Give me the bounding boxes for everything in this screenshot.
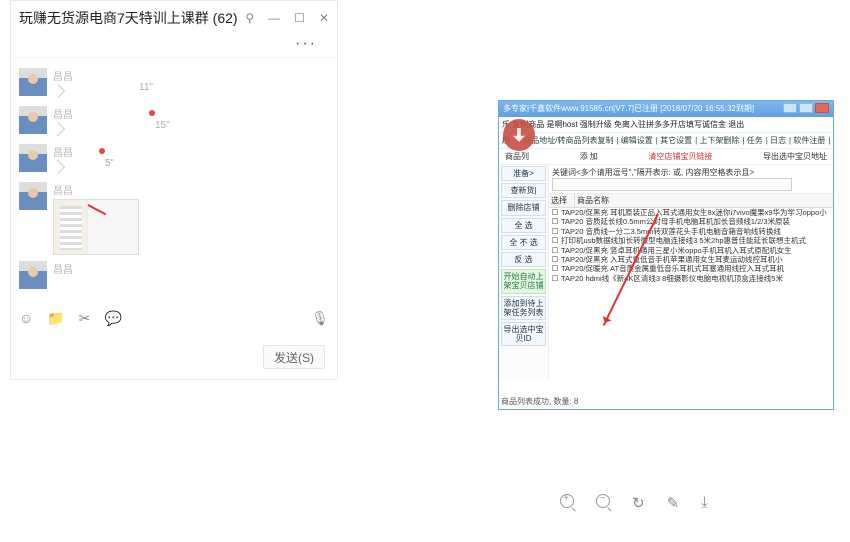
voice-input-icon[interactable]: 🎙 (311, 310, 329, 326)
sender-name: 昌昌 (53, 68, 73, 83)
voice-icon (51, 160, 65, 174)
sender-name: 昌昌 (53, 182, 139, 197)
close-icon[interactable]: ✕ (319, 11, 329, 25)
input-toolbar: ☺ 📁 ✂ 💬 🎙 (19, 310, 329, 327)
sidebar-select-all-button[interactable]: 全 选 (501, 218, 546, 233)
tab-item[interactable]: 日志 (770, 136, 786, 145)
sender-name: 昌昌 (53, 106, 73, 121)
app-title: 多专家|千鑫软件www.91585.cn[V7.7]已注册 [2018/07/2… (503, 103, 754, 115)
message-list: 昌昌 11" 昌昌 15" 昌昌 5" 昌昌 (11, 57, 337, 317)
send-button[interactable]: 发送(S) (263, 345, 325, 369)
sidebar-prepare-button[interactable]: 准备> (501, 166, 546, 181)
app-menubar[interactable]: 乐 复制商品 是啊host 强制升级 免离入驻拼多多开店填写诚信金 退出 (499, 117, 833, 133)
image-thumbnail[interactable] (53, 199, 139, 255)
sender-name: 昌昌 (53, 144, 73, 159)
unread-dot (99, 148, 105, 154)
minimize-icon[interactable]: — (268, 11, 280, 25)
table-header: 选择 商品名称 (549, 194, 833, 208)
duration-label: 5" (105, 158, 114, 169)
rotate-icon[interactable]: ↻ (632, 494, 645, 512)
maximize-icon[interactable] (799, 103, 813, 113)
folder-icon[interactable]: 📁 (47, 310, 64, 327)
scissors-icon[interactable]: ✂ (79, 310, 91, 327)
sidebar-invert-button[interactable]: 反 选 (501, 252, 546, 267)
sender-name: 昌昌 (53, 261, 73, 276)
table-row[interactable]: ☐TAP20/促暖充 AT音质金属重低音乐耳机式耳塞通用线控入耳式耳机 (549, 264, 833, 273)
table-body: ☐TAP20/促黑充 耳机原装正品入耳式通用女生8x迷你i7vivo魔果x9华为… (549, 208, 833, 381)
close-icon[interactable] (815, 103, 829, 113)
action-row: 商品列 添 加 清空店铺宝贝链接 导出选中宝贝地址 (499, 149, 833, 165)
tab-item[interactable]: 编辑设置 (621, 136, 653, 145)
edit-icon[interactable]: ✎ (667, 494, 680, 512)
minimize-icon[interactable] (783, 103, 797, 113)
image-message[interactable]: 昌昌 (19, 182, 329, 255)
ellipsis-icon[interactable]: ··· (285, 31, 327, 56)
voice-icon (51, 84, 65, 98)
chat-header: 玩赚无货源电商7天特训上课群 (62) ⚲ — ☐ ✕ (11, 1, 337, 35)
keyword-row: 关键词<多个请用逗号","隔开表示: 或, 内容用空格表示且> (549, 165, 833, 194)
voice-message[interactable]: 昌昌 11" (19, 68, 329, 100)
table-row[interactable]: ☐打印机usb数据线加长转微型电脑连接线3 5米2hp惠普佳能延长联想主机式 (549, 236, 833, 245)
emoji-icon[interactable]: ☺ (19, 310, 33, 327)
sidebar-select-none-button[interactable]: 全 不 选 (501, 235, 546, 250)
chat-history-icon[interactable]: 💬 (104, 310, 121, 327)
zoom-in-icon[interactable] (560, 494, 574, 512)
more-menu[interactable]: ··· (11, 35, 337, 57)
app-sidebar: 准备> 查新货| 删除店铺 全 选 全 不 选 反 选 开始自动上架宝贝店铺 添… (499, 165, 549, 381)
action-label: 商品列 (505, 151, 529, 162)
embedded-app-window: 多专家|千鑫软件www.91585.cn[V7.7]已注册 [2018/07/2… (498, 100, 834, 410)
app-content: 准备> 查新货| 删除店铺 全 选 全 不 选 反 选 开始自动上架宝贝店铺 添… (499, 165, 833, 381)
voice-icon (51, 122, 65, 136)
chat-window: 玩赚无货源电商7天特训上课群 (62) ⚲ — ☐ ✕ ··· 昌昌 11" 昌… (10, 0, 338, 380)
app-tabbar: 刷 转商品地址/转商品列表复制| 编辑设置| 其它设置| 上下架删除| 任务| … (499, 133, 833, 149)
export-button[interactable]: 导出选中宝贝地址 (763, 151, 827, 162)
sidebar-export-id-button[interactable]: 导出选中宝贝ID (501, 322, 546, 346)
avatar[interactable] (19, 261, 47, 289)
avatar[interactable] (19, 68, 47, 96)
download-icon[interactable]: ⤓ (701, 494, 708, 512)
duration-label: 15" (155, 120, 170, 131)
avatar[interactable] (19, 106, 47, 134)
app-main: 关键词<多个请用逗号","隔开表示: 或, 内容用空格表示且> 选择 商品名称 … (549, 165, 833, 381)
chat-title: 玩赚无货源电商7天特训上课群 (62) (19, 8, 238, 28)
status-text: 商品列表成功, 数量: 8 (501, 396, 578, 407)
tab-item[interactable]: 其它设置 (660, 136, 692, 145)
viewer-toolbar: ↻ ✎ ⤓ (560, 494, 708, 512)
cursor-highlight-icon (503, 119, 535, 151)
sidebar-check-button[interactable]: 查新货| (501, 183, 546, 198)
table-row[interactable]: ☐TAP20 音质线一分二3.5mm转双莲花头手机电脑音箱音响线转换线 (549, 227, 833, 236)
table-row[interactable]: ☐TAP20 音质延长线0.5mm公对母手机电脑耳机加长音频线1/2/3米原装 (549, 217, 833, 226)
keyword-input[interactable] (552, 178, 792, 191)
table-row[interactable]: ☐TAP20 hdmi线《新4K区清线3 8细摄影仪电脑电视机顶盒连接线5米 (549, 274, 833, 283)
tab-item[interactable]: 上下架删除 (699, 136, 739, 145)
app-titlebar: 多专家|千鑫软件www.91585.cn[V7.7]已注册 [2018/07/2… (499, 101, 833, 117)
app-window-controls (783, 103, 829, 115)
tab-item[interactable]: 任务 (747, 136, 763, 145)
voice-message[interactable]: 昌昌 15" (19, 106, 329, 138)
avatar[interactable] (19, 182, 47, 210)
tab-item[interactable]: 软件注册 (793, 136, 825, 145)
keyword-label: 关键词<多个请用逗号","隔开表示: 或, 内容用空格表示且> (552, 168, 754, 177)
avatar[interactable] (19, 144, 47, 172)
image-message[interactable]: 昌昌 (19, 261, 329, 293)
sidebar-start-auto-button[interactable]: 开始自动上架宝贝店铺 (501, 269, 546, 293)
col-name: 商品名称 (575, 194, 833, 207)
clear-links-button[interactable]: 清空店铺宝贝链接 (648, 151, 712, 162)
duration-label: 11" (139, 82, 153, 93)
table-row[interactable]: ☐TAP20/促黑充 入耳式重低音手机苹果通用女生耳麦运动线控耳机小 (549, 255, 833, 264)
pin-icon[interactable]: ⚲ (245, 11, 254, 25)
table-row[interactable]: ☐TAP20/促黑充 耳机原装正品入耳式通用女生8x迷你i7vivo魔果x9华为… (549, 208, 833, 217)
zoom-out-icon[interactable] (596, 494, 610, 512)
sidebar-delete-shop-button[interactable]: 删除店铺 (501, 200, 546, 215)
add-button[interactable]: 添 加 (580, 151, 598, 162)
sidebar-add-queue-button[interactable]: 添加到待上架任务列表 (501, 296, 546, 320)
maximize-icon[interactable]: ☐ (294, 11, 305, 25)
window-controls: ⚲ — ☐ ✕ (245, 11, 329, 25)
unread-dot (149, 110, 155, 116)
image-viewer: 多专家|千鑫软件www.91585.cn[V7.7]已注册 [2018/07/2… (498, 40, 836, 410)
voice-message[interactable]: 昌昌 5" (19, 144, 329, 176)
col-select: 选择 (549, 194, 575, 207)
table-row[interactable]: ☐TAP20/促黑充 竖卓耳机通用三星小米oppo手机耳机入耳式原配机女生 (549, 246, 833, 255)
